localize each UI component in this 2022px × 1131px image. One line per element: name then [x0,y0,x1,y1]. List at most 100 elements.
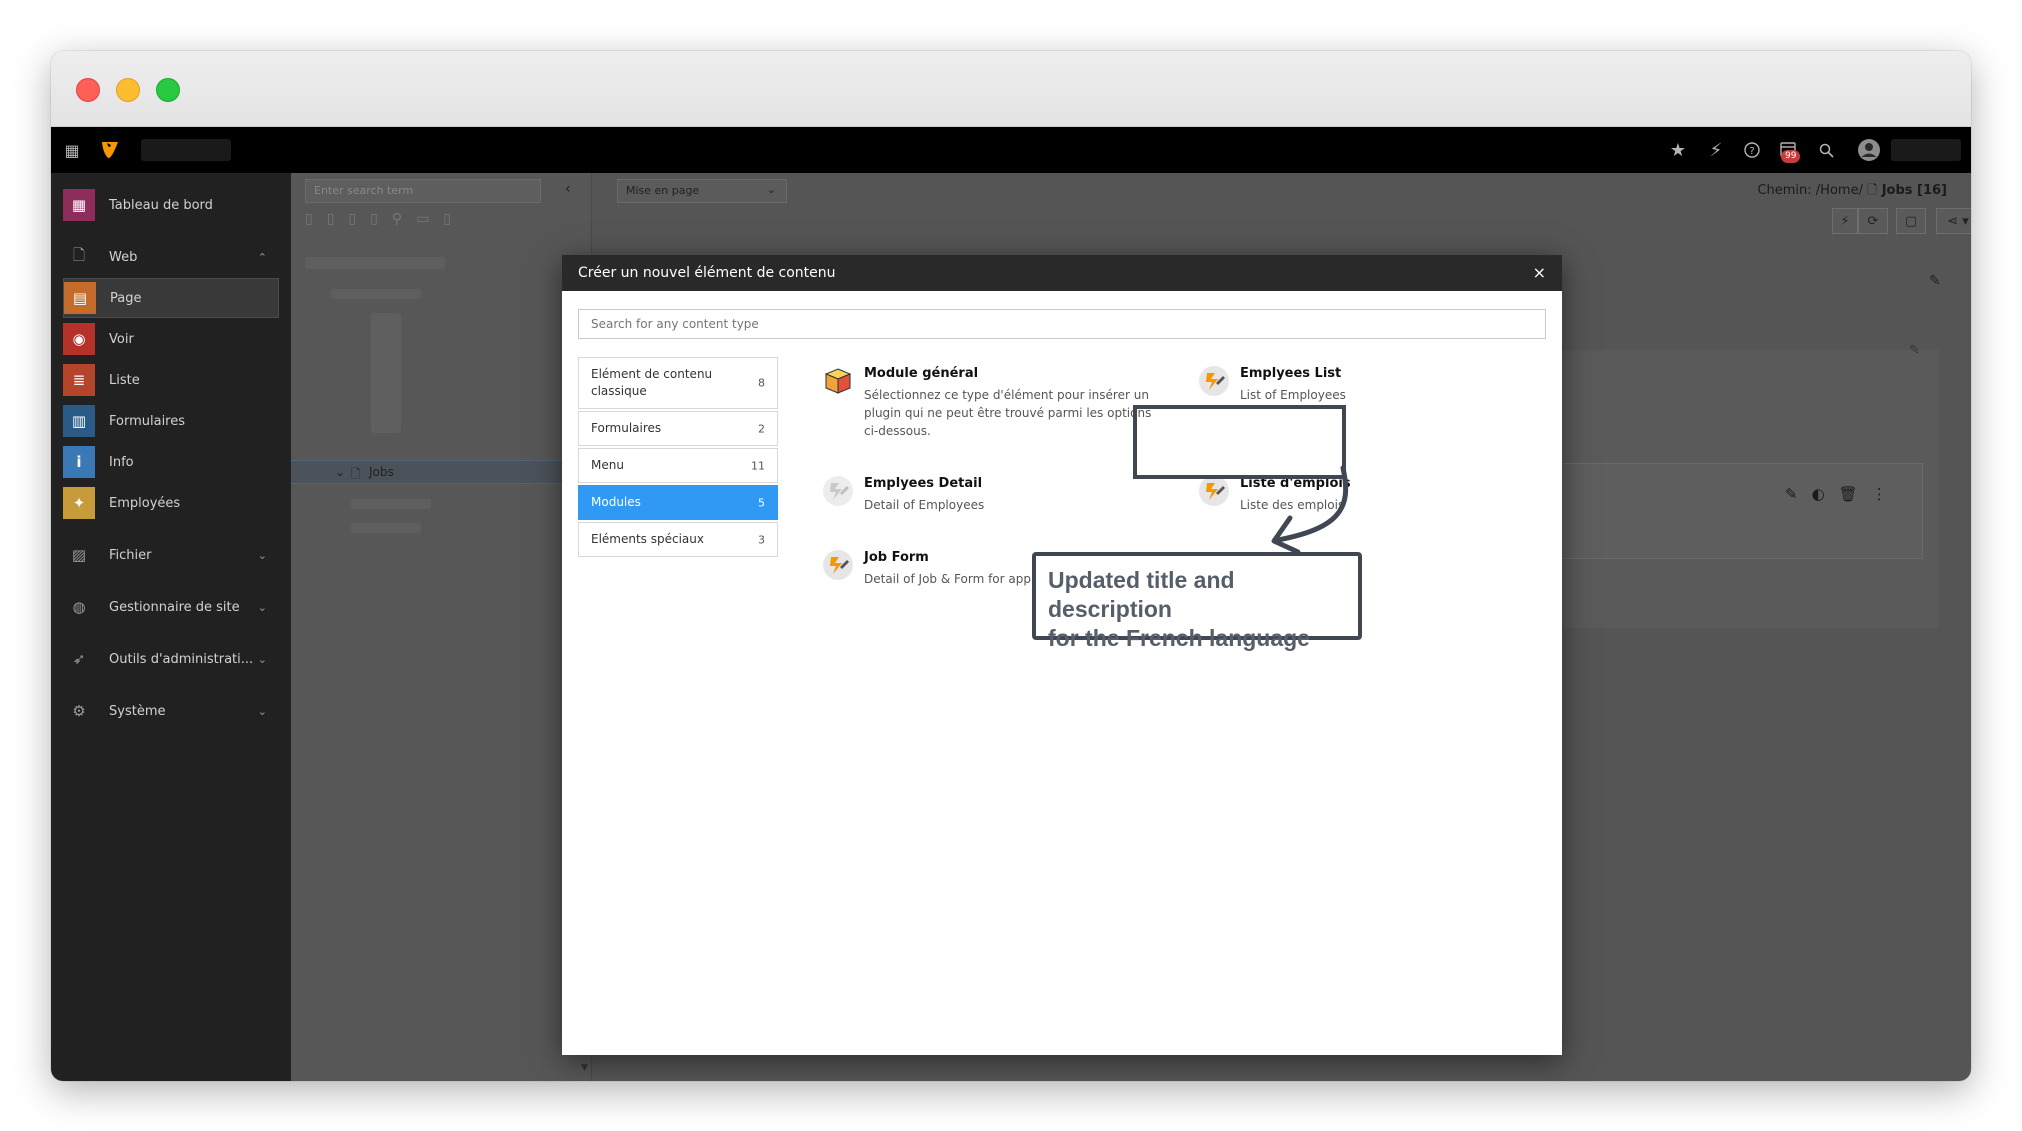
breadcrumb: Chemin: /Home/ 🗋 Jobs [16] [1757,181,1947,203]
extension-plugin-icon [1198,365,1230,397]
rocket-icon: ➶ [72,650,86,668]
collapse-tree-icon[interactable]: ‹ [565,181,571,197]
window-titlebar [51,51,1971,127]
element-employees-list[interactable]: Emplyees List List of Employees [1198,365,1528,404]
element-title: Emplyees Detail [864,476,983,491]
sidebar-item-dashboard[interactable]: ▦ Tableau de bord [63,185,279,225]
share-button[interactable]: ⋖ ▾ [1936,208,1971,234]
sidebar-group-file[interactable]: ▨ Fichier ⌄ [63,535,279,575]
blurred-tree-node [351,499,431,509]
top-bar: ▦ ★ ⚡ ? 99 [51,127,1971,173]
bookmark-button[interactable]: ▢ [1896,208,1926,234]
page-module-icon: ▤ [64,282,96,314]
modal-header: Créer un nouvel élément de contenu × [562,255,1562,291]
highlight-box [1133,405,1346,479]
reload-button[interactable]: ⟳ [1858,208,1888,234]
sidebar-item-forms[interactable]: ▥ Formulaires [63,401,279,441]
element-title: Module général [864,366,979,381]
close-icon[interactable]: × [1533,263,1546,282]
flash-button[interactable]: ⚡ [1832,208,1858,234]
module-sidebar: ▦ Tableau de bord 🗋 Web ⌃ ▤ Page ◉ Voir … [51,173,291,1081]
tab-label: Menu [591,458,624,472]
sidebar-item-page[interactable]: ▤ Page [63,278,279,318]
tree-node-label: Jobs [369,465,394,479]
blurred-tree-node [371,313,401,433]
element-job-list[interactable]: Liste d'emplois Liste des emplois [1198,475,1528,514]
chevron-down-icon: ⌄ [257,548,267,562]
sidebar-item-label: Web [109,249,138,265]
element-employees-detail[interactable]: Emplyees Detail Detail of Employees [822,475,1152,514]
edit-column-icon[interactable]: ✎ [1909,343,1920,358]
tree-toolbar-icons[interactable]: ▯▯▯▯⚲▭▯ [305,211,465,227]
sidebar-item-view[interactable]: ◉ Voir [63,319,279,359]
sidebar-item-label: Liste [109,372,140,388]
sidebar-item-label: Outils d'administrati... [109,651,254,667]
maximize-window-button[interactable] [156,78,180,102]
chevron-down-icon: ⌄ [766,183,776,196]
callout-line-2: for the French language [1048,625,1310,651]
sidebar-group-system[interactable]: ⚙ Système ⌄ [63,691,279,731]
element-general-plugin[interactable]: Module général Sélectionnez ce type d'él… [822,365,1152,440]
sidebar-group-site-management[interactable]: ◍ Gestionnaire de site ⌄ [63,587,279,627]
info-icon: i [63,446,95,478]
bookmark-star-icon[interactable]: ★ [1665,127,1691,173]
minimize-window-button[interactable] [116,78,140,102]
edit-page-icon[interactable]: ✎ [1929,273,1941,289]
close-window-button[interactable] [76,78,100,102]
chevron-down-icon: ⌄ [335,465,346,479]
tab-modules[interactable]: Modules 5 [578,485,778,520]
tab-count: 5 [758,496,765,509]
tree-search-input[interactable]: Enter search term [305,179,541,203]
sidebar-item-employees[interactable]: ✦ Employées [63,483,279,523]
element-title: Emplyees List [1240,366,1342,381]
notification-badge: 99 [1781,150,1801,163]
element-description: Sélectionnez ce type d'élément pour insé… [864,388,1152,438]
extension-plugin-icon [822,549,854,581]
scheduler-notification-icon[interactable]: 99 [1773,127,1805,173]
employees-extension-icon: ✦ [63,487,95,519]
content-element-card [1509,463,1923,559]
page-icon: 🗋 [1867,183,1882,198]
tab-classic-content[interactable]: Elément de contenu classique 8 [578,357,778,409]
layout-select[interactable]: Mise en page ⌄ [617,179,787,203]
help-icon[interactable]: ? [1739,127,1765,173]
sidebar-item-list[interactable]: ≣ Liste [63,360,279,400]
web-page-icon: 🗋 [72,245,86,264]
chevron-up-icon: ⌃ [257,250,267,264]
sidebar-group-admin-tools[interactable]: ➶ Outils d'administrati... ⌄ [63,639,279,679]
browser-window: ▦ ★ ⚡ ? 99 ▦ Tableau de bord 🗋 Web ⌃ ▤ P… [51,51,1971,1081]
eye-icon: ◉ [63,323,95,355]
tab-label: Modules [591,495,641,509]
modal-title: Créer un nouvel élément de contenu [578,265,836,281]
sidebar-group-web[interactable]: 🗋 Web ⌃ [63,237,279,277]
page-title: Jobs [16] [1881,183,1947,198]
file-icon: ▨ [71,546,87,564]
sidebar-item-label: Fichier [109,547,152,563]
form-icon: ▥ [63,405,95,437]
sidebar-item-label: Voir [109,331,134,347]
user-avatar-icon[interactable] [1855,127,1883,173]
scroll-down-arrow[interactable]: ▼ [581,1063,588,1073]
tab-forms[interactable]: Formulaires 2 [578,411,778,446]
extension-plugin-icon [1198,475,1230,507]
tab-count: 11 [751,459,765,472]
blurred-tree-node [305,257,445,269]
blurred-tree-node [331,289,421,299]
tab-special-elements[interactable]: Eléments spéciaux 3 [578,522,778,557]
tab-count: 2 [758,422,765,435]
gear-icon: ⚙ [72,702,86,720]
typo3-logo[interactable] [95,127,125,173]
sidebar-item-label: Page [110,290,142,306]
site-name-blurred [141,139,231,161]
username-blurred [1891,139,1961,161]
content-element-actions[interactable]: ✎◐🗑⋮ [1785,485,1901,503]
list-icon: ≣ [63,364,95,396]
content-type-search-input[interactable] [578,309,1546,339]
search-icon[interactable] [1813,127,1839,173]
app-grid-icon[interactable]: ▦ [59,127,85,173]
tree-node-jobs[interactable]: ⌄ 🗋 Jobs [291,460,592,484]
tab-menu[interactable]: Menu 11 [578,448,778,483]
sidebar-item-info[interactable]: i Info [63,442,279,482]
sidebar-item-label: Info [109,454,134,470]
flash-cache-icon[interactable]: ⚡ [1703,127,1729,173]
